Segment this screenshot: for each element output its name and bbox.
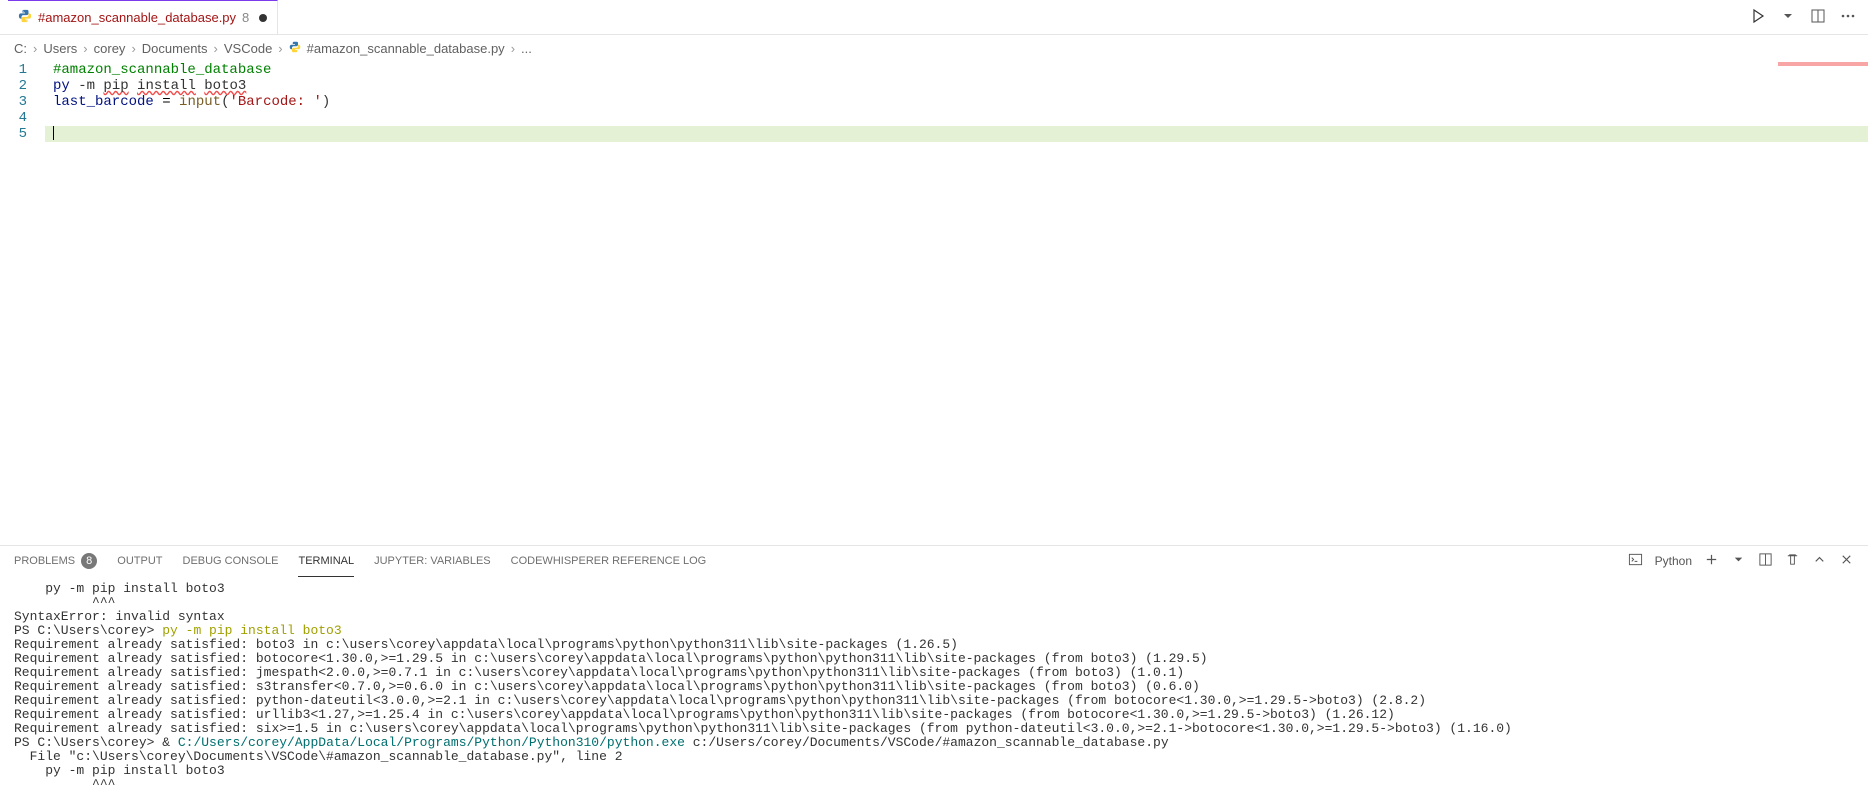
line-number: 3: [0, 94, 27, 110]
terminal-line: Requirement already satisfied: python-da…: [14, 694, 1854, 708]
tab-output[interactable]: OUTPUT: [117, 546, 162, 577]
split-editor-button[interactable]: [1810, 8, 1826, 27]
tab-label: OUTPUT: [117, 555, 162, 567]
tab-label: TERMINAL: [298, 555, 354, 567]
code-token: input: [179, 94, 221, 110]
tab-problem-count: 8: [242, 10, 249, 25]
code-token: =: [154, 94, 179, 110]
code-line: #amazon_scannable_database: [45, 62, 1868, 78]
breadcrumb-file[interactable]: #amazon_scannable_database.py: [307, 41, 505, 56]
terminal-line: Requirement already satisfied: six>=1.5 …: [14, 722, 1854, 736]
error-token: pip: [103, 78, 128, 94]
tab-debug-console[interactable]: DEBUG CONSOLE: [183, 546, 279, 577]
terminal-line: ^^^: [14, 596, 1854, 610]
code-token: [196, 78, 204, 94]
chevron-right-icon: ›: [214, 41, 218, 56]
code-token: ): [322, 94, 330, 110]
new-terminal-button[interactable]: [1704, 552, 1719, 570]
editor-blank-area: [0, 302, 1868, 545]
code-content[interactable]: #amazon_scannable_database py -m pip ins…: [45, 62, 1868, 302]
terminal-profile-icon[interactable]: [1628, 552, 1643, 570]
code-line: [45, 110, 1868, 126]
text-cursor-icon: [53, 126, 54, 140]
editor-tab[interactable]: #amazon_scannable_database.py 8: [8, 0, 278, 34]
run-button[interactable]: [1750, 8, 1766, 27]
terminal-line: py -m pip install boto3: [14, 764, 1854, 778]
chevron-right-icon: ›: [278, 41, 282, 56]
line-number: 1: [0, 62, 27, 78]
breadcrumb-segment[interactable]: Documents: [142, 41, 208, 56]
chevron-right-icon: ›: [83, 41, 87, 56]
code-line-active: [45, 126, 1868, 142]
terminal-line: Requirement already satisfied: boto3 in …: [14, 638, 1854, 652]
run-dropdown-icon[interactable]: [1780, 8, 1796, 27]
tab-terminal[interactable]: TERMINAL: [298, 546, 354, 577]
python-file-icon: [289, 41, 301, 56]
editor-tab-bar: #amazon_scannable_database.py 8: [0, 0, 1868, 35]
line-number: 5: [0, 126, 27, 142]
code-editor[interactable]: 1 2 3 4 5 #amazon_scannable_database py …: [0, 62, 1868, 302]
breadcrumb-overflow[interactable]: ...: [521, 41, 532, 56]
panel-tab-bar: PROBLEMS 8 OUTPUT DEBUG CONSOLE TERMINAL…: [0, 546, 1868, 578]
chevron-right-icon: ›: [131, 41, 135, 56]
minimap[interactable]: [1768, 62, 1868, 302]
terminal-profile-label[interactable]: Python: [1655, 554, 1692, 568]
tab-label: CODEWHISPERER REFERENCE LOG: [511, 555, 707, 567]
maximize-panel-button[interactable]: [1812, 552, 1827, 570]
terminal-line: py -m pip install boto3: [14, 582, 1854, 596]
problems-count-badge: 8: [81, 553, 97, 569]
code-token: [129, 78, 137, 94]
breadcrumb-segment[interactable]: Users: [43, 41, 77, 56]
line-number: 4: [0, 110, 27, 126]
minimap-error-marker: [1778, 62, 1868, 66]
error-token: boto3: [204, 78, 246, 94]
split-terminal-button[interactable]: [1758, 552, 1773, 570]
terminal-line: SyntaxError: invalid syntax: [14, 610, 1854, 624]
close-panel-button[interactable]: [1839, 552, 1854, 570]
bottom-panel: PROBLEMS 8 OUTPUT DEBUG CONSOLE TERMINAL…: [0, 545, 1868, 788]
chevron-right-icon: ›: [33, 41, 37, 56]
terminal-line: Requirement already satisfied: urllib3<1…: [14, 708, 1854, 722]
tab-problems[interactable]: PROBLEMS 8: [14, 546, 97, 577]
breadcrumb[interactable]: C: › Users › corey › Documents › VSCode › #am…: [0, 35, 1868, 62]
terminal-line: PS C:\Users\corey> & C:/Users/corey/AppD…: [14, 736, 1854, 750]
breadcrumb-segment[interactable]: corey: [94, 41, 126, 56]
code-token: -m: [70, 78, 104, 94]
breadcrumb-segment[interactable]: VSCode: [224, 41, 272, 56]
more-actions-button[interactable]: [1840, 8, 1856, 27]
error-token: install: [137, 78, 196, 94]
terminal-output[interactable]: py -m pip install boto3 ^^^SyntaxError: …: [0, 578, 1868, 788]
tab-jupyter-variables[interactable]: JUPYTER: VARIABLES: [374, 546, 491, 577]
tab-filename: #amazon_scannable_database.py: [38, 10, 236, 25]
comment-token: #amazon_scannable_database: [53, 62, 271, 78]
tab-codewhisperer[interactable]: CODEWHISPERER REFERENCE LOG: [511, 546, 707, 577]
terminal-line: ^^^: [14, 778, 1854, 788]
unsaved-indicator-icon[interactable]: [259, 14, 267, 22]
terminal-dropdown-icon[interactable]: [1731, 552, 1746, 570]
editor-actions: [1750, 8, 1868, 27]
terminal-line: Requirement already satisfied: s3transfe…: [14, 680, 1854, 694]
tab-label: JUPYTER: VARIABLES: [374, 555, 491, 567]
breadcrumb-segment[interactable]: C:: [14, 41, 27, 56]
kill-terminal-button[interactable]: [1785, 552, 1800, 570]
python-file-icon: [18, 9, 32, 26]
terminal-line: PS C:\Users\corey> py -m pip install bot…: [14, 624, 1854, 638]
code-line: last_barcode = input('Barcode: '): [45, 94, 1868, 110]
code-token: 'Barcode: ': [229, 94, 321, 110]
code-token: py: [53, 78, 70, 94]
terminal-line: Requirement already satisfied: botocore<…: [14, 652, 1854, 666]
terminal-line: Requirement already satisfied: jmespath<…: [14, 666, 1854, 680]
code-token: last_barcode: [53, 94, 154, 110]
code-line: py -m pip install boto3: [45, 78, 1868, 94]
tab-label: PROBLEMS: [14, 555, 75, 567]
terminal-line: File "c:\Users\corey\Documents\VSCode\#a…: [14, 750, 1854, 764]
chevron-right-icon: ›: [511, 41, 515, 56]
line-number-gutter: 1 2 3 4 5: [0, 62, 45, 302]
line-number: 2: [0, 78, 27, 94]
panel-toolbar: Python: [1628, 552, 1854, 570]
tab-label: DEBUG CONSOLE: [183, 555, 279, 567]
